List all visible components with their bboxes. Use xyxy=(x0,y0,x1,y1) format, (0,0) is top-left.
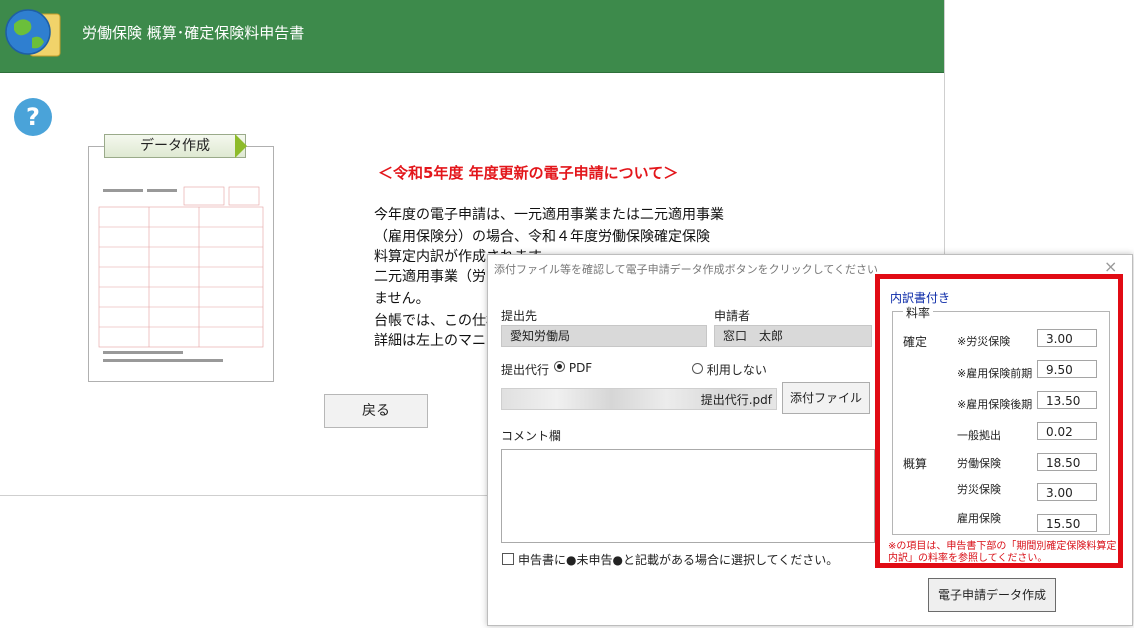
rate-input[interactable]: 13.50 xyxy=(1037,391,1097,409)
proxy-label: 提出代行 xyxy=(501,363,550,377)
radio-unselected-icon xyxy=(692,363,703,374)
attach-path-text: 提出代行.pdf xyxy=(700,393,772,407)
rate-input[interactable]: 3.00 xyxy=(1037,483,1097,501)
rate-label: 一般拠出 xyxy=(957,429,1001,442)
app-title: 労働保険 概算･確定保険料申告書 xyxy=(82,24,305,42)
chevron-right-icon xyxy=(235,134,247,158)
notice-line: （雇用保険分）の場合、令和４年度労働保険確定保険 xyxy=(374,229,710,245)
comment-textarea[interactable] xyxy=(501,449,875,543)
data-create-label: データ作成 xyxy=(140,138,210,154)
notice-line: 今年度の電子申請は、一元適用事業または二元適用事業 xyxy=(374,207,724,223)
notice-line: 二元適用事業（労 xyxy=(374,269,486,285)
create-e-application-data-button[interactable]: 電子申請データ作成 xyxy=(928,578,1056,612)
data-create-button[interactable]: データ作成 xyxy=(104,134,247,158)
rate-input[interactable]: 0.02 xyxy=(1037,422,1097,440)
radio-selected-icon xyxy=(554,361,565,372)
rate-label: ※雇用保険後期 xyxy=(957,398,1033,411)
title-bar: 労働保険 概算･確定保険料申告書 xyxy=(0,0,944,73)
applicant-label: 申請者 xyxy=(714,309,751,323)
rate-note: ※の項目は、申告書下部の「期間別確定保険料算定内訳」の料率を参照してください。 xyxy=(888,541,1117,564)
proxy-pdf-label: PDF xyxy=(568,361,593,375)
form-preview-thumbnail xyxy=(88,146,274,382)
unfiled-checkbox[interactable] xyxy=(502,553,514,565)
rate-label: ※雇用保険前期 xyxy=(957,367,1033,380)
kakutei-label: 確定 xyxy=(903,335,928,349)
gaisan-label: 概算 xyxy=(903,457,928,471)
rate-label: 労災保険 xyxy=(957,483,1001,496)
applicant-field: 窓口 太郎 xyxy=(714,325,872,347)
submit-to-field: 愛知労働局 xyxy=(501,325,707,347)
proxy-none-label: 利用しない xyxy=(706,363,767,377)
notice-line: 詳細は左上のマニ xyxy=(374,333,486,349)
rate-label: ※労災保険 xyxy=(957,335,1011,348)
attach-file-button[interactable]: 添付ファイル xyxy=(782,382,870,414)
back-button[interactable]: 戻る xyxy=(324,394,428,428)
rate-panel: 内訳書付き 料率 確定 概算 ※労災保険 3.00 ※雇用保険前期 9.50 ※… xyxy=(875,274,1123,568)
proxy-pdf-radio[interactable]: PDF xyxy=(554,361,592,375)
rate-input[interactable]: 9.50 xyxy=(1037,360,1097,378)
notice-line: 台帳では、この仕様 xyxy=(374,313,500,329)
dialog-title: 添付ファイル等を確認して電子申請データ作成ボタンをクリックしてください xyxy=(494,263,879,276)
help-icon[interactable]: ? xyxy=(14,98,52,136)
rate-label: 労働保険 xyxy=(957,457,1001,470)
unfiled-checkbox-label: 申告書に●未申告●と記載がある場合に選択してください。 xyxy=(518,553,839,567)
notice-line: ません。 xyxy=(374,291,430,307)
rate-input[interactable]: 18.50 xyxy=(1037,453,1097,471)
rate-input[interactable]: 3.00 xyxy=(1037,329,1097,347)
globe-folder-logo-icon xyxy=(4,4,66,62)
comment-label: コメント欄 xyxy=(501,429,562,443)
submit-to-label: 提出先 xyxy=(501,309,538,323)
attach-path-field: 提出代行.pdf xyxy=(501,388,777,410)
rate-groupbox: 料率 確定 概算 ※労災保険 3.00 ※雇用保険前期 9.50 ※雇用保険後期… xyxy=(892,304,1110,535)
proxy-none-radio[interactable]: 利用しない xyxy=(692,361,767,378)
rate-group-legend: 料率 xyxy=(903,304,934,321)
rate-label: 雇用保険 xyxy=(957,512,1001,525)
notice-heading: ＜令和5年度 年度更新の電子申請について＞ xyxy=(378,164,679,182)
rate-input[interactable]: 15.50 xyxy=(1037,514,1097,532)
